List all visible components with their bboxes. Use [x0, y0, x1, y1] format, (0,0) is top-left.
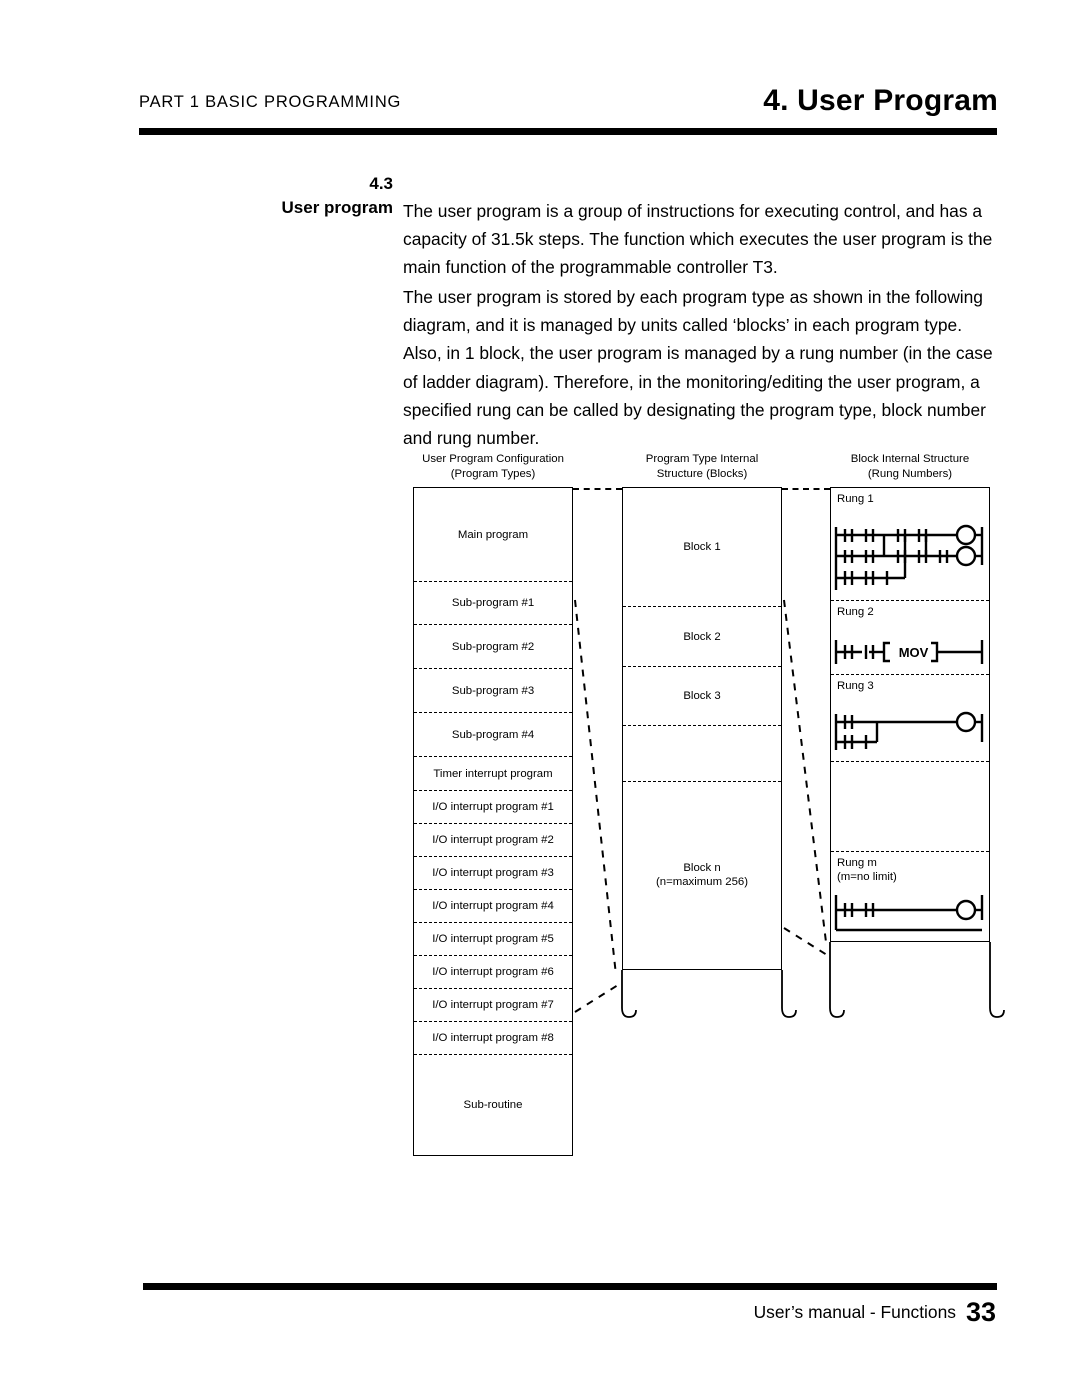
program-type-label: Sub-program #1 [451, 597, 535, 609]
program-type-row: Sub-program #2 [414, 624, 572, 668]
rung-label: Rung 3 [837, 680, 874, 692]
section-title: User program [281, 198, 393, 217]
program-type-row: Main program [414, 488, 572, 581]
program-type-label: I/O interrupt program #4 [432, 900, 554, 912]
page-number: 33 [965, 1297, 996, 1327]
page-header: PART 1 BASIC PROGRAMMING 4. User Program [0, 0, 1080, 150]
program-type-row: I/O interrupt program #3 [414, 856, 572, 889]
footer-rule [143, 1283, 997, 1290]
block-label: Block 1 [683, 541, 721, 553]
block-row: Block 1 [623, 488, 781, 606]
program-type-label: Main program [457, 528, 529, 541]
block-row: Block 2 [623, 606, 781, 666]
program-type-row: I/O interrupt program #1 [414, 790, 572, 823]
mov-instruction-label: MOV [898, 644, 929, 660]
footer-label: User’s manual - Functions [753, 1302, 956, 1322]
footer: User’s manual - Functions 33 [754, 1297, 996, 1328]
rung-row: Rung 2 [831, 600, 989, 674]
column-header-blocks: Program Type Internal Structure (Blocks) [612, 452, 792, 482]
program-type-label: Timer interrupt program [433, 767, 553, 780]
rung-label: Rung m [837, 857, 877, 869]
rung-label: Rung 1 [837, 493, 874, 505]
connector-middle-to-right-top [782, 488, 830, 490]
block-label: Block 3 [683, 690, 721, 702]
column-header-line2: (Program Types) [450, 468, 536, 480]
block-label: Block n [683, 862, 721, 874]
program-type-row: Sub-program #1 [414, 581, 572, 624]
program-type-row: I/O interrupt program #5 [414, 922, 572, 955]
paragraph-2: The user program is stored by each progr… [403, 287, 993, 449]
column-header-line1: User Program Configuration [422, 453, 564, 465]
rung-label: Rung 2 [837, 606, 874, 618]
program-type-row: I/O interrupt program #4 [414, 889, 572, 922]
column-header-line1: Program Type Internal [645, 453, 759, 465]
program-types-column: Main program Sub-program #1 Sub-program #2… [413, 487, 573, 1156]
program-type-label: Sub-program #2 [451, 640, 535, 653]
block-row [623, 725, 781, 781]
column-header-rungs: Block Internal Structure (Rung Numbers) [820, 452, 1000, 482]
program-type-row: Sub-routine [414, 1054, 572, 1154]
program-type-row: Sub-program #4 [414, 712, 572, 756]
rung-sublabel: (m=no limit) [837, 871, 897, 883]
program-type-label: I/O interrupt program #3 [432, 867, 554, 879]
program-type-row: Sub-program #3 [414, 668, 572, 712]
program-type-label: Sub-program #3 [451, 684, 535, 697]
rung-row: Rung 3 [831, 674, 989, 761]
program-type-row: I/O interrupt program #8 [414, 1021, 572, 1054]
running-head-part: PART 1 BASIC PROGRAMMING [139, 93, 402, 111]
column-header-line2: (Rung Numbers) [867, 468, 953, 480]
program-type-label: I/O interrupt program #6 [432, 966, 554, 978]
program-type-row: Timer interrupt program [414, 756, 572, 790]
chapter-title: 4. User Program [763, 84, 998, 117]
program-type-row: I/O interrupt program #6 [414, 955, 572, 988]
program-type-label: Sub-program #4 [451, 728, 535, 741]
block-row: Block 3 [623, 666, 781, 725]
connector-left-to-middle-top [573, 488, 622, 490]
program-type-label: I/O interrupt program #2 [432, 834, 554, 846]
header-rule [139, 128, 997, 135]
section-heading: 4.3 User program [245, 172, 393, 220]
section-number: 4.3 [369, 174, 393, 193]
program-type-row: I/O interrupt program #7 [414, 988, 572, 1021]
program-type-label: Sub-routine [463, 1098, 523, 1111]
rungs-column: Rung 1 Rung 2 Rung 3 Rung m (m=no limit) [830, 487, 990, 942]
block-sublabel: (n=maximum 256) [655, 876, 749, 888]
rung-row [831, 761, 989, 851]
column-header-program-types: User Program Configuration (Program Type… [403, 452, 583, 482]
rung-row: Rung m (m=no limit) [831, 851, 989, 941]
block-row: Block n (n=maximum 256) [623, 781, 781, 968]
paragraph-1: The user program is a group of instructi… [403, 201, 993, 278]
program-type-label: I/O interrupt program #8 [432, 1032, 554, 1044]
program-type-row: I/O interrupt program #2 [414, 823, 572, 856]
program-type-label: I/O interrupt program #1 [432, 801, 554, 813]
program-type-label: I/O interrupt program #5 [432, 933, 554, 945]
rung-row: Rung 1 [831, 488, 989, 600]
block-label: Block 2 [683, 630, 721, 643]
program-type-label: I/O interrupt program #7 [432, 999, 554, 1011]
blocks-column: Block 1 Block 2 Block 3 Block n (n=maximum 2… [622, 487, 782, 970]
column-header-line1: Block Internal Structure [850, 453, 970, 465]
column-header-line2: Structure (Blocks) [656, 468, 748, 480]
